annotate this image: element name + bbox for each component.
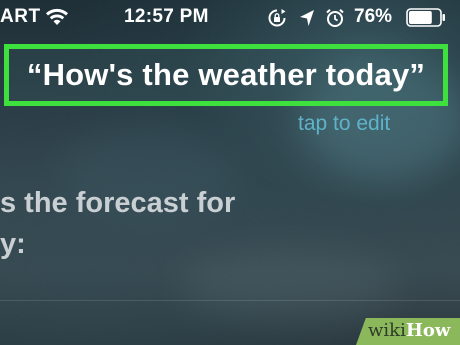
siri-response-line: y: bbox=[0, 228, 26, 260]
siri-query-text: “How's the weather today” bbox=[26, 57, 426, 92]
clock-time: 12:57 PM bbox=[124, 6, 209, 27]
carrier-label: ART bbox=[0, 6, 41, 27]
battery-percentage: 76% bbox=[354, 6, 393, 27]
battery-icon bbox=[406, 8, 445, 27]
wikihow-watermark: wikiHow bbox=[368, 320, 450, 341]
siri-query-highlight[interactable]: “How's the weather today” bbox=[4, 44, 448, 106]
status-bar: ART 12:57 PM 76% bbox=[0, 0, 460, 38]
wifi-icon bbox=[46, 8, 68, 25]
background-blur bbox=[180, 250, 400, 320]
location-icon bbox=[300, 10, 314, 26]
alarm-icon bbox=[326, 9, 344, 27]
tap-to-edit-link[interactable]: tap to edit bbox=[298, 112, 390, 136]
siri-response-line: s the forecast for bbox=[0, 187, 236, 219]
watermark-part-how: How bbox=[405, 320, 451, 341]
divider bbox=[0, 300, 460, 301]
rotation-lock-icon bbox=[268, 9, 286, 27]
watermark-part-wiki: wiki bbox=[368, 320, 406, 341]
